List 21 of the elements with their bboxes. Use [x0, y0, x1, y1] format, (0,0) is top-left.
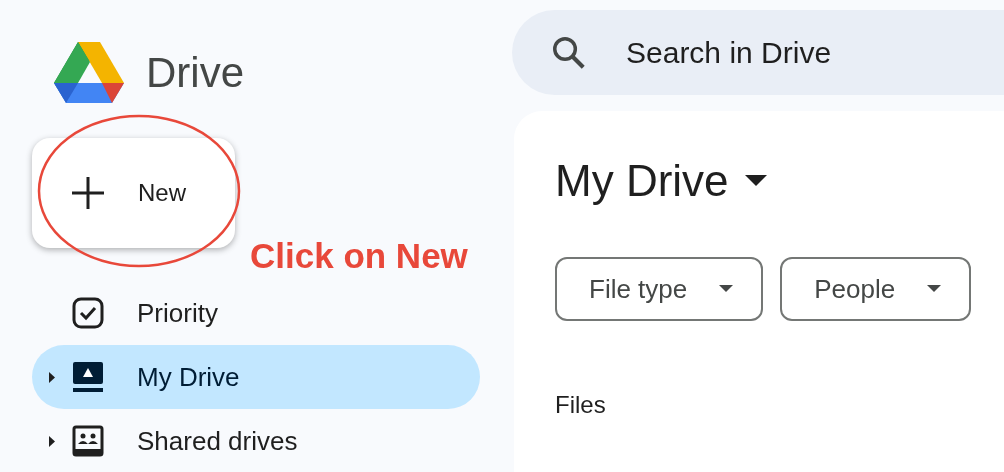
search-field[interactable]: Search in Drive [512, 10, 1004, 96]
nav-item[interactable]: Priority [32, 281, 480, 345]
caret-icon [719, 285, 734, 294]
annotation-text: Click on New [250, 235, 468, 277]
nav-item[interactable]: Shared drives [32, 409, 480, 472]
people-icon [72, 425, 104, 457]
nav-item[interactable]: My Drive [32, 345, 480, 409]
checkbox-icon [72, 297, 104, 329]
caret-icon[interactable] [744, 175, 767, 188]
app-name: Drive [146, 51, 244, 94]
section-heading: Files [555, 390, 607, 421]
filter-chip[interactable]: People [780, 257, 972, 322]
new-button[interactable]: New [32, 138, 235, 248]
drive-logo-icon [52, 39, 126, 106]
page-title[interactable]: My Drive [555, 155, 729, 208]
expand-arrow-icon[interactable] [49, 371, 55, 383]
caret-icon [927, 285, 942, 294]
expand-arrow-icon[interactable] [49, 435, 55, 447]
filter-chip[interactable]: File type [555, 257, 764, 322]
plus-icon [72, 177, 104, 209]
drive-icon [72, 361, 104, 393]
